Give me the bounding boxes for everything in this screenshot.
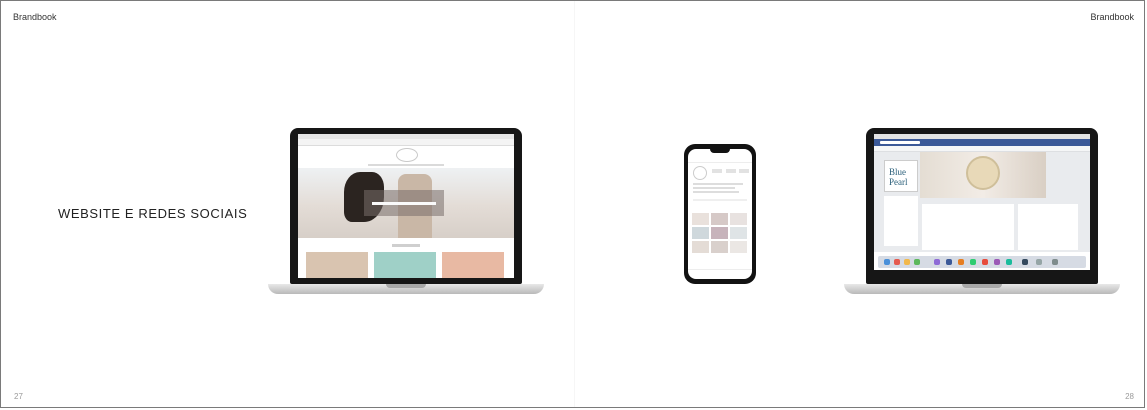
dock-app-icon [1022, 259, 1028, 265]
hero-overlay-box [364, 190, 444, 216]
instagram-avatar [693, 166, 707, 180]
section-title: WEBSITE E REDES SOCIAIS [58, 206, 248, 221]
facebook-screen: Blue Pearl [874, 134, 1090, 270]
dock-app-icon [946, 259, 952, 265]
dock-app-icon [1052, 259, 1058, 265]
page-fold [574, 1, 575, 407]
instagram-screen [688, 149, 752, 279]
product-image [442, 252, 504, 278]
dock-app-icon [914, 259, 920, 265]
page-number-left: 27 [14, 392, 23, 401]
instagram-post-grid [692, 213, 748, 253]
dock-app-icon [958, 259, 964, 265]
facebook-side-menu [884, 196, 918, 246]
browser-urlbar [298, 139, 514, 146]
instagram-post [692, 213, 709, 225]
instagram-bio-line [693, 183, 743, 185]
dock-app-icon [884, 259, 890, 265]
dock-app-icon [934, 259, 940, 265]
instagram-stat [726, 169, 736, 173]
product-image [374, 252, 436, 278]
facebook-right-column [1018, 204, 1078, 250]
dock-app-icon [894, 259, 900, 265]
profile-logo: Blue Pearl [889, 167, 908, 187]
instagram-post [692, 227, 709, 239]
dock-app-icon [994, 259, 1000, 265]
header-left-title: Brandbook [13, 12, 57, 22]
instagram-post [730, 241, 747, 253]
instagram-post [711, 227, 728, 239]
instagram-post [711, 213, 728, 225]
laptop-website-mockup [268, 128, 544, 298]
page-number-right: 28 [1125, 392, 1134, 401]
website-section-label [392, 244, 420, 247]
instagram-post [692, 241, 709, 253]
facebook-post-area [922, 204, 1014, 250]
instagram-header [688, 156, 752, 163]
dock-app-icon [1006, 259, 1012, 265]
website-logo [396, 148, 418, 162]
instagram-bottom-bar [688, 269, 752, 278]
instagram-post [730, 213, 747, 225]
dock-app-icon [1036, 259, 1042, 265]
product-image [306, 252, 368, 278]
phone-notch [710, 149, 730, 153]
hero-overlay-text [372, 202, 436, 205]
header-right-title: Brandbook [1090, 12, 1134, 22]
instagram-stat [712, 169, 722, 173]
dock-app-icon [982, 259, 988, 265]
instagram-post [711, 241, 728, 253]
instagram-post [730, 227, 747, 239]
laptop-facebook-mockup: Blue Pearl [844, 128, 1120, 298]
instagram-stat [739, 169, 749, 173]
dock-app-icon [970, 259, 976, 265]
facebook-search-bar [880, 141, 920, 144]
instagram-bio-line [693, 191, 739, 193]
website-nav [368, 164, 444, 166]
instagram-tabs [693, 199, 747, 201]
facebook-profile-avatar: Blue Pearl [884, 160, 918, 192]
cover-hat-image [966, 156, 1000, 190]
dock-app-icon [904, 259, 910, 265]
brandbook-spread: Brandbook Brandbook WEBSITE E REDES SOCI… [0, 0, 1145, 408]
phone-instagram-mockup [684, 144, 756, 284]
laptop-notch [386, 284, 426, 288]
instagram-bio-line [693, 187, 735, 189]
laptop-notch [962, 284, 1002, 288]
website-screen [298, 134, 514, 278]
